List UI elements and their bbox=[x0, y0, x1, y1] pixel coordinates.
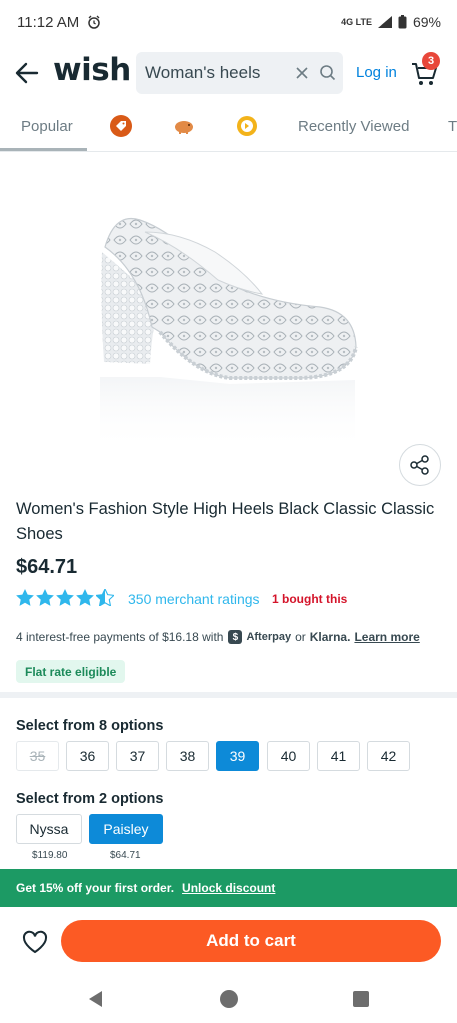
alarm-icon bbox=[88, 15, 101, 29]
size-option-35: 35 bbox=[16, 741, 59, 771]
wish-logo[interactable]: wish bbox=[53, 52, 131, 88]
network-icon: 4G LTE bbox=[341, 17, 372, 27]
section-divider bbox=[0, 692, 457, 698]
tab-trending[interactable]: Tr bbox=[448, 118, 457, 135]
style-option-nyssa[interactable]: Nyssa bbox=[16, 814, 82, 844]
style-options-label: Select from 2 options bbox=[16, 791, 164, 807]
status-indicators: 4G LTE 69% bbox=[341, 14, 441, 30]
nav-back-icon[interactable] bbox=[86, 989, 106, 1009]
size-option-41[interactable]: 41 bbox=[317, 741, 360, 771]
klarna-label: Klarna. bbox=[309, 630, 351, 644]
product-title: Women's Fashion Style High Heels Black C… bbox=[16, 500, 435, 543]
unlock-discount-link[interactable]: Unlock discount bbox=[182, 881, 275, 895]
size-option-39[interactable]: 39 bbox=[216, 741, 259, 771]
bottom-action-bar: Add to cart bbox=[0, 907, 457, 975]
price-tag-icon[interactable] bbox=[109, 114, 133, 138]
status-bar: 11:12 AM 4G LTE 69% bbox=[0, 0, 457, 44]
learn-more-link[interactable]: Learn more bbox=[354, 630, 419, 644]
size-option-38[interactable]: 38 bbox=[166, 741, 209, 771]
shoe-illustration bbox=[100, 218, 358, 452]
signal-icon bbox=[377, 16, 392, 28]
half-star-icon bbox=[96, 589, 114, 606]
nav-recents-icon[interactable] bbox=[351, 989, 371, 1009]
star-icon bbox=[56, 589, 74, 606]
status-time: 11:12 AM bbox=[17, 13, 80, 31]
style-price-nyssa: $119.80 bbox=[32, 850, 68, 861]
tab-recently-viewed[interactable]: Recently Viewed bbox=[298, 118, 409, 135]
active-tab-indicator bbox=[0, 148, 87, 151]
tab-popular[interactable]: Popular bbox=[21, 118, 73, 135]
afterpay-icon: $ bbox=[228, 630, 243, 644]
status-time-group: 11:12 AM bbox=[17, 14, 101, 31]
style-price-paisley: $64.71 bbox=[110, 850, 141, 861]
battery-icon bbox=[398, 15, 407, 29]
product-price: $64.71 bbox=[16, 556, 78, 578]
heart-icon[interactable] bbox=[21, 928, 49, 956]
afterpay-label: Afterpay bbox=[246, 631, 292, 643]
search-input[interactable] bbox=[145, 63, 285, 83]
or-label: or bbox=[295, 630, 306, 644]
product-image[interactable] bbox=[0, 152, 457, 482]
login-link[interactable]: Log in bbox=[356, 64, 397, 81]
star-icon bbox=[36, 589, 54, 606]
size-options-label: Select from 8 options bbox=[16, 718, 164, 734]
rating-stars bbox=[16, 589, 114, 606]
share-button[interactable] bbox=[399, 444, 441, 486]
installment-info: 4 interest-free payments of $16.18 with … bbox=[16, 630, 420, 644]
system-nav-bar bbox=[0, 975, 457, 1023]
promo-text: Get 15% off your first order. bbox=[16, 881, 175, 895]
share-icon bbox=[410, 455, 429, 475]
coin-icon[interactable] bbox=[235, 114, 259, 138]
merchant-ratings-link[interactable]: 350 merchant ratings bbox=[128, 591, 260, 607]
star-icon bbox=[76, 589, 94, 606]
header: wish Log in 3 bbox=[0, 44, 457, 102]
battery-percent: 69% bbox=[412, 14, 441, 30]
star-icon bbox=[16, 589, 34, 606]
bought-count-label: 1 bought this bbox=[272, 592, 348, 606]
back-arrow-icon[interactable] bbox=[14, 60, 40, 86]
style-option-paisley[interactable]: Paisley bbox=[89, 814, 163, 844]
category-tabs: Popular Recently Viewed Tr bbox=[0, 102, 457, 152]
add-to-cart-button[interactable]: Add to cart bbox=[61, 920, 441, 962]
size-option-37[interactable]: 37 bbox=[116, 741, 159, 771]
size-option-42[interactable]: 42 bbox=[367, 741, 410, 771]
close-icon[interactable] bbox=[292, 63, 312, 83]
search-bar[interactable] bbox=[136, 52, 343, 94]
size-option-36[interactable]: 36 bbox=[66, 741, 109, 771]
nav-home-icon[interactable] bbox=[219, 989, 239, 1009]
search-icon[interactable] bbox=[318, 63, 338, 83]
cart-count-badge: 3 bbox=[422, 52, 440, 70]
piggy-bank-icon[interactable] bbox=[172, 114, 196, 138]
size-option-40[interactable]: 40 bbox=[267, 741, 310, 771]
flat-rate-badge: Flat rate eligible bbox=[16, 660, 126, 683]
installment-text: 4 interest-free payments of $16.18 with bbox=[16, 630, 224, 644]
promo-banner: Get 15% off your first order. Unlock dis… bbox=[0, 869, 457, 907]
